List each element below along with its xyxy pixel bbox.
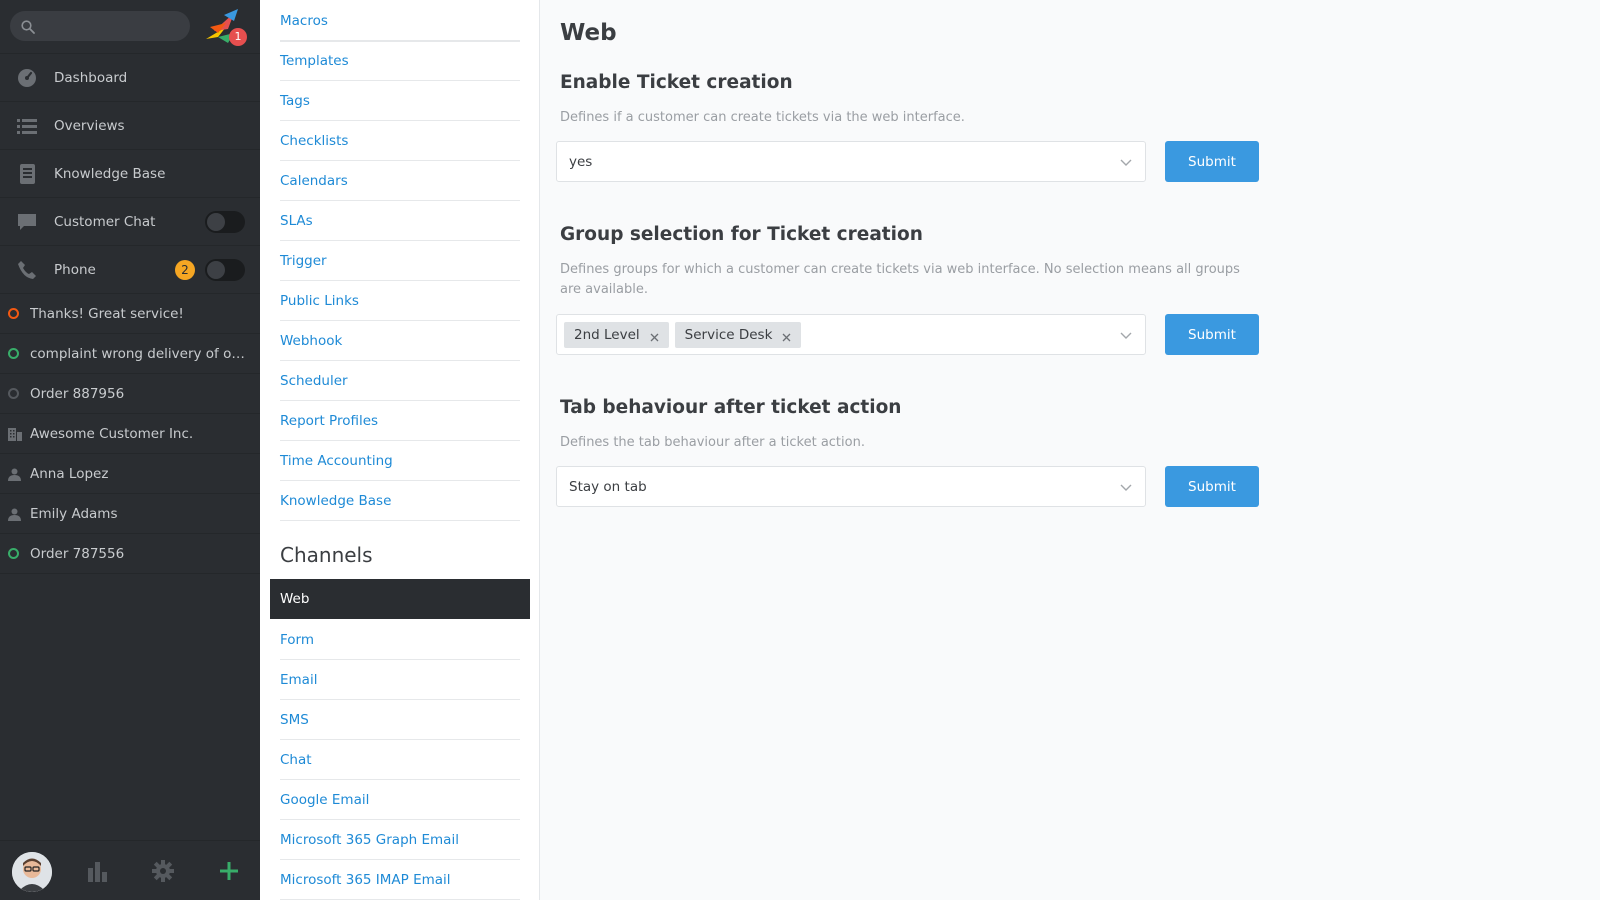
setting-description: Defines the tab behaviour after a ticket… xyxy=(560,435,865,450)
dashboard-icon xyxy=(17,68,37,88)
search-input[interactable] xyxy=(10,11,190,41)
setting-description: Defines groups for which a customer can … xyxy=(560,262,1240,297)
user-icon xyxy=(8,468,21,481)
admin-nav-item-checklists[interactable]: Checklists xyxy=(280,121,520,161)
notification-badge[interactable]: 1 xyxy=(229,28,247,46)
nav-label: Knowledge Base xyxy=(54,165,166,182)
task-label: Awesome Customer Inc. xyxy=(30,425,194,442)
page-title: Web xyxy=(560,20,617,46)
admin-nav-item-chat[interactable]: Chat xyxy=(280,740,520,780)
task-label: Order 887956 xyxy=(30,385,125,402)
task-item[interactable]: Anna Lopez xyxy=(0,454,260,494)
admin-nav-item-microsoft-365-graph-email[interactable]: Microsoft 365 Graph Email xyxy=(280,820,520,860)
select-value: Stay on tab xyxy=(569,478,647,495)
sidebar-header: 1 xyxy=(0,0,260,54)
setting-title: Enable Ticket creation xyxy=(560,72,793,93)
admin-nav-item-sms[interactable]: SMS xyxy=(280,700,520,740)
task-label: complaint wrong delivery of ord... xyxy=(30,345,246,362)
admin-nav-item-knowledge-base[interactable]: Knowledge Base xyxy=(280,481,520,521)
nav-phone[interactable]: Phone 2 xyxy=(0,246,260,294)
setting-title: Tab behaviour after ticket action xyxy=(560,397,902,418)
admin-nav-item-google-email[interactable]: Google Email xyxy=(280,780,520,820)
admin-nav-item-templates[interactable]: Templates xyxy=(280,41,520,81)
main-content: Web Enable Ticket creation Defines if a … xyxy=(540,0,1600,900)
phone-icon xyxy=(17,260,37,280)
selected-token: 2nd Level xyxy=(564,321,669,348)
submit-button[interactable]: Submit xyxy=(1165,314,1259,355)
admin-nav-item-form[interactable]: Form xyxy=(280,620,520,660)
organization-icon xyxy=(8,428,22,441)
add-icon[interactable] xyxy=(218,860,240,882)
tab-behaviour-select[interactable]: Stay on tab xyxy=(556,466,1146,507)
chevron-down-icon xyxy=(1119,155,1133,169)
ticket-open-icon xyxy=(8,308,20,320)
admin-nav: Macros Templates Tags Checklists Calenda… xyxy=(260,0,540,900)
admin-nav-item-public-links[interactable]: Public Links xyxy=(280,281,520,321)
nav-label: Dashboard xyxy=(54,69,128,86)
avatar[interactable] xyxy=(12,852,52,892)
search-icon xyxy=(21,19,35,38)
submit-button[interactable]: Submit xyxy=(1165,141,1259,182)
sidebar-footer xyxy=(0,840,260,900)
admin-nav-item-email[interactable]: Email xyxy=(280,660,520,700)
main-sidebar: 1 Dashboard Overviews Knowledge Base Cus… xyxy=(0,0,260,900)
ticket-new-icon xyxy=(8,548,20,560)
nav-label: Phone xyxy=(54,261,96,278)
nav-label: Overviews xyxy=(54,117,125,134)
admin-nav-item-microsoft-365-imap-email[interactable]: Microsoft 365 IMAP Email xyxy=(280,860,520,900)
task-item[interactable]: Order 887956 xyxy=(0,374,260,414)
submit-button[interactable]: Submit xyxy=(1165,466,1259,507)
task-item[interactable]: Awesome Customer Inc. xyxy=(0,414,260,454)
task-item[interactable]: Emily Adams xyxy=(0,494,260,534)
chevron-down-icon xyxy=(1119,480,1133,494)
task-item[interactable]: complaint wrong delivery of ord... xyxy=(0,334,260,374)
task-item[interactable]: Order 787556 xyxy=(0,534,260,574)
nav-knowledge-base[interactable]: Knowledge Base xyxy=(0,150,260,198)
nav-label: Customer Chat xyxy=(54,213,156,230)
admin-nav-item-macros[interactable]: Macros xyxy=(280,1,520,41)
group-selection-multiselect[interactable]: 2nd Level Service Desk xyxy=(556,314,1146,355)
task-label: Thanks! Great service! xyxy=(30,305,184,322)
admin-nav-item-report-profiles[interactable]: Report Profiles xyxy=(280,401,520,441)
admin-nav-item-scheduler[interactable]: Scheduler xyxy=(280,361,520,401)
channels-heading: Channels xyxy=(280,543,373,567)
ticket-closed-icon xyxy=(8,388,20,400)
task-label: Anna Lopez xyxy=(30,465,109,482)
nav-dashboard[interactable]: Dashboard xyxy=(0,54,260,102)
admin-nav-item-time-accounting[interactable]: Time Accounting xyxy=(280,441,520,481)
setting-title: Group selection for Ticket creation xyxy=(560,224,923,245)
setting-description: Defines if a customer can create tickets… xyxy=(560,110,965,125)
selected-token: Service Desk xyxy=(674,321,802,348)
knowledge-base-icon xyxy=(17,164,37,184)
admin-nav-item-slas[interactable]: SLAs xyxy=(280,201,520,241)
close-icon[interactable] xyxy=(782,330,791,342)
task-item[interactable]: Thanks! Great service! xyxy=(0,294,260,334)
task-label: Order 787556 xyxy=(30,545,125,562)
token-label: Service Desk xyxy=(684,326,773,343)
admin-nav-item-web[interactable]: Web xyxy=(270,579,530,619)
close-icon[interactable] xyxy=(650,330,659,342)
select-value: yes xyxy=(569,153,593,170)
admin-nav-item-trigger[interactable]: Trigger xyxy=(280,241,520,281)
nav-overviews[interactable]: Overviews xyxy=(0,102,260,150)
phone-toggle[interactable] xyxy=(205,259,245,281)
chat-toggle[interactable] xyxy=(205,211,245,233)
phone-count-badge: 2 xyxy=(175,260,195,280)
admin-nav-item-calendars[interactable]: Calendars xyxy=(280,161,520,201)
chevron-down-icon xyxy=(1119,328,1133,342)
ticket-new-icon xyxy=(8,348,20,360)
reports-icon[interactable] xyxy=(86,860,108,882)
admin-nav-item-webhook[interactable]: Webhook xyxy=(280,321,520,361)
nav-customer-chat[interactable]: Customer Chat xyxy=(0,198,260,246)
task-label: Emily Adams xyxy=(30,505,118,522)
user-icon xyxy=(8,508,21,521)
token-label: 2nd Level xyxy=(574,326,640,343)
ticket-creation-select[interactable]: yes xyxy=(556,141,1146,182)
gear-icon[interactable] xyxy=(152,860,174,882)
admin-nav-item-tags[interactable]: Tags xyxy=(280,81,520,121)
chat-icon xyxy=(17,212,37,232)
overviews-icon xyxy=(17,116,37,136)
